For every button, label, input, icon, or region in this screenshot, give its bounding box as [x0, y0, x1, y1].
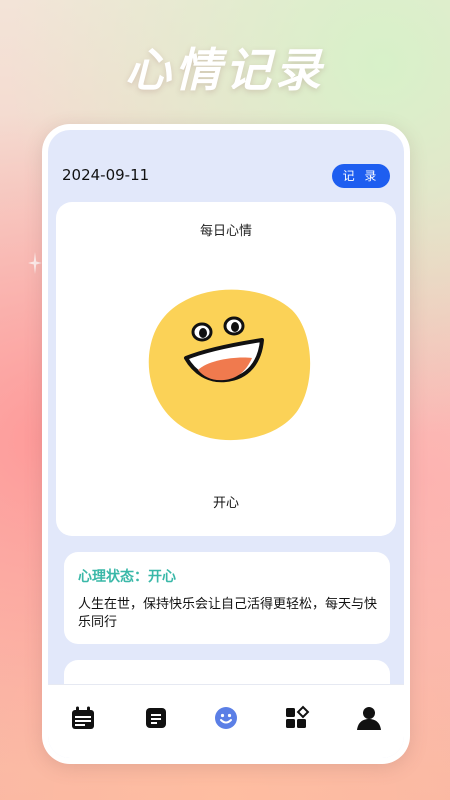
calendar-icon	[72, 706, 94, 729]
nav-notes[interactable]	[143, 705, 169, 731]
sparkle-icon	[28, 252, 42, 274]
notes-icon	[146, 708, 166, 728]
nav-profile[interactable]	[356, 705, 382, 731]
record-button[interactable]: 记 录	[332, 164, 390, 188]
app-screen: 2024-09-11 记 录 每日心情 开心 心理状态：开心 人生在世，保持快乐…	[48, 130, 404, 758]
app-title: 心情记录	[125, 43, 325, 97]
daily-mood-card: 每日心情 开心	[56, 202, 396, 536]
nav-apps[interactable]	[284, 705, 310, 731]
mental-status-title: 心理状态：开心	[78, 569, 176, 585]
mental-status-text: 人生在世，保持快乐会让自己活得更轻松，每天与快乐同行	[78, 597, 378, 630]
happy-face-icon[interactable]	[146, 286, 312, 444]
profile-icon	[357, 707, 381, 730]
daily-mood-title: 每日心情	[199, 224, 252, 239]
nav-mood[interactable]	[213, 705, 239, 731]
bottom-nav	[48, 684, 404, 758]
nav-calendar[interactable]	[70, 705, 96, 731]
mental-status-card: 心理状态：开心 人生在世，保持快乐会让自己活得更轻松，每天与快乐同行	[64, 552, 390, 644]
current-date: 2024-09-11	[62, 166, 150, 184]
phone-frame: 2024-09-11 记 录 每日心情 开心 心理状态：开心 人生在世，保持快乐…	[42, 124, 410, 764]
apps-icon	[286, 705, 310, 728]
smiley-icon	[215, 707, 237, 729]
mood-label: 开心	[212, 496, 239, 511]
